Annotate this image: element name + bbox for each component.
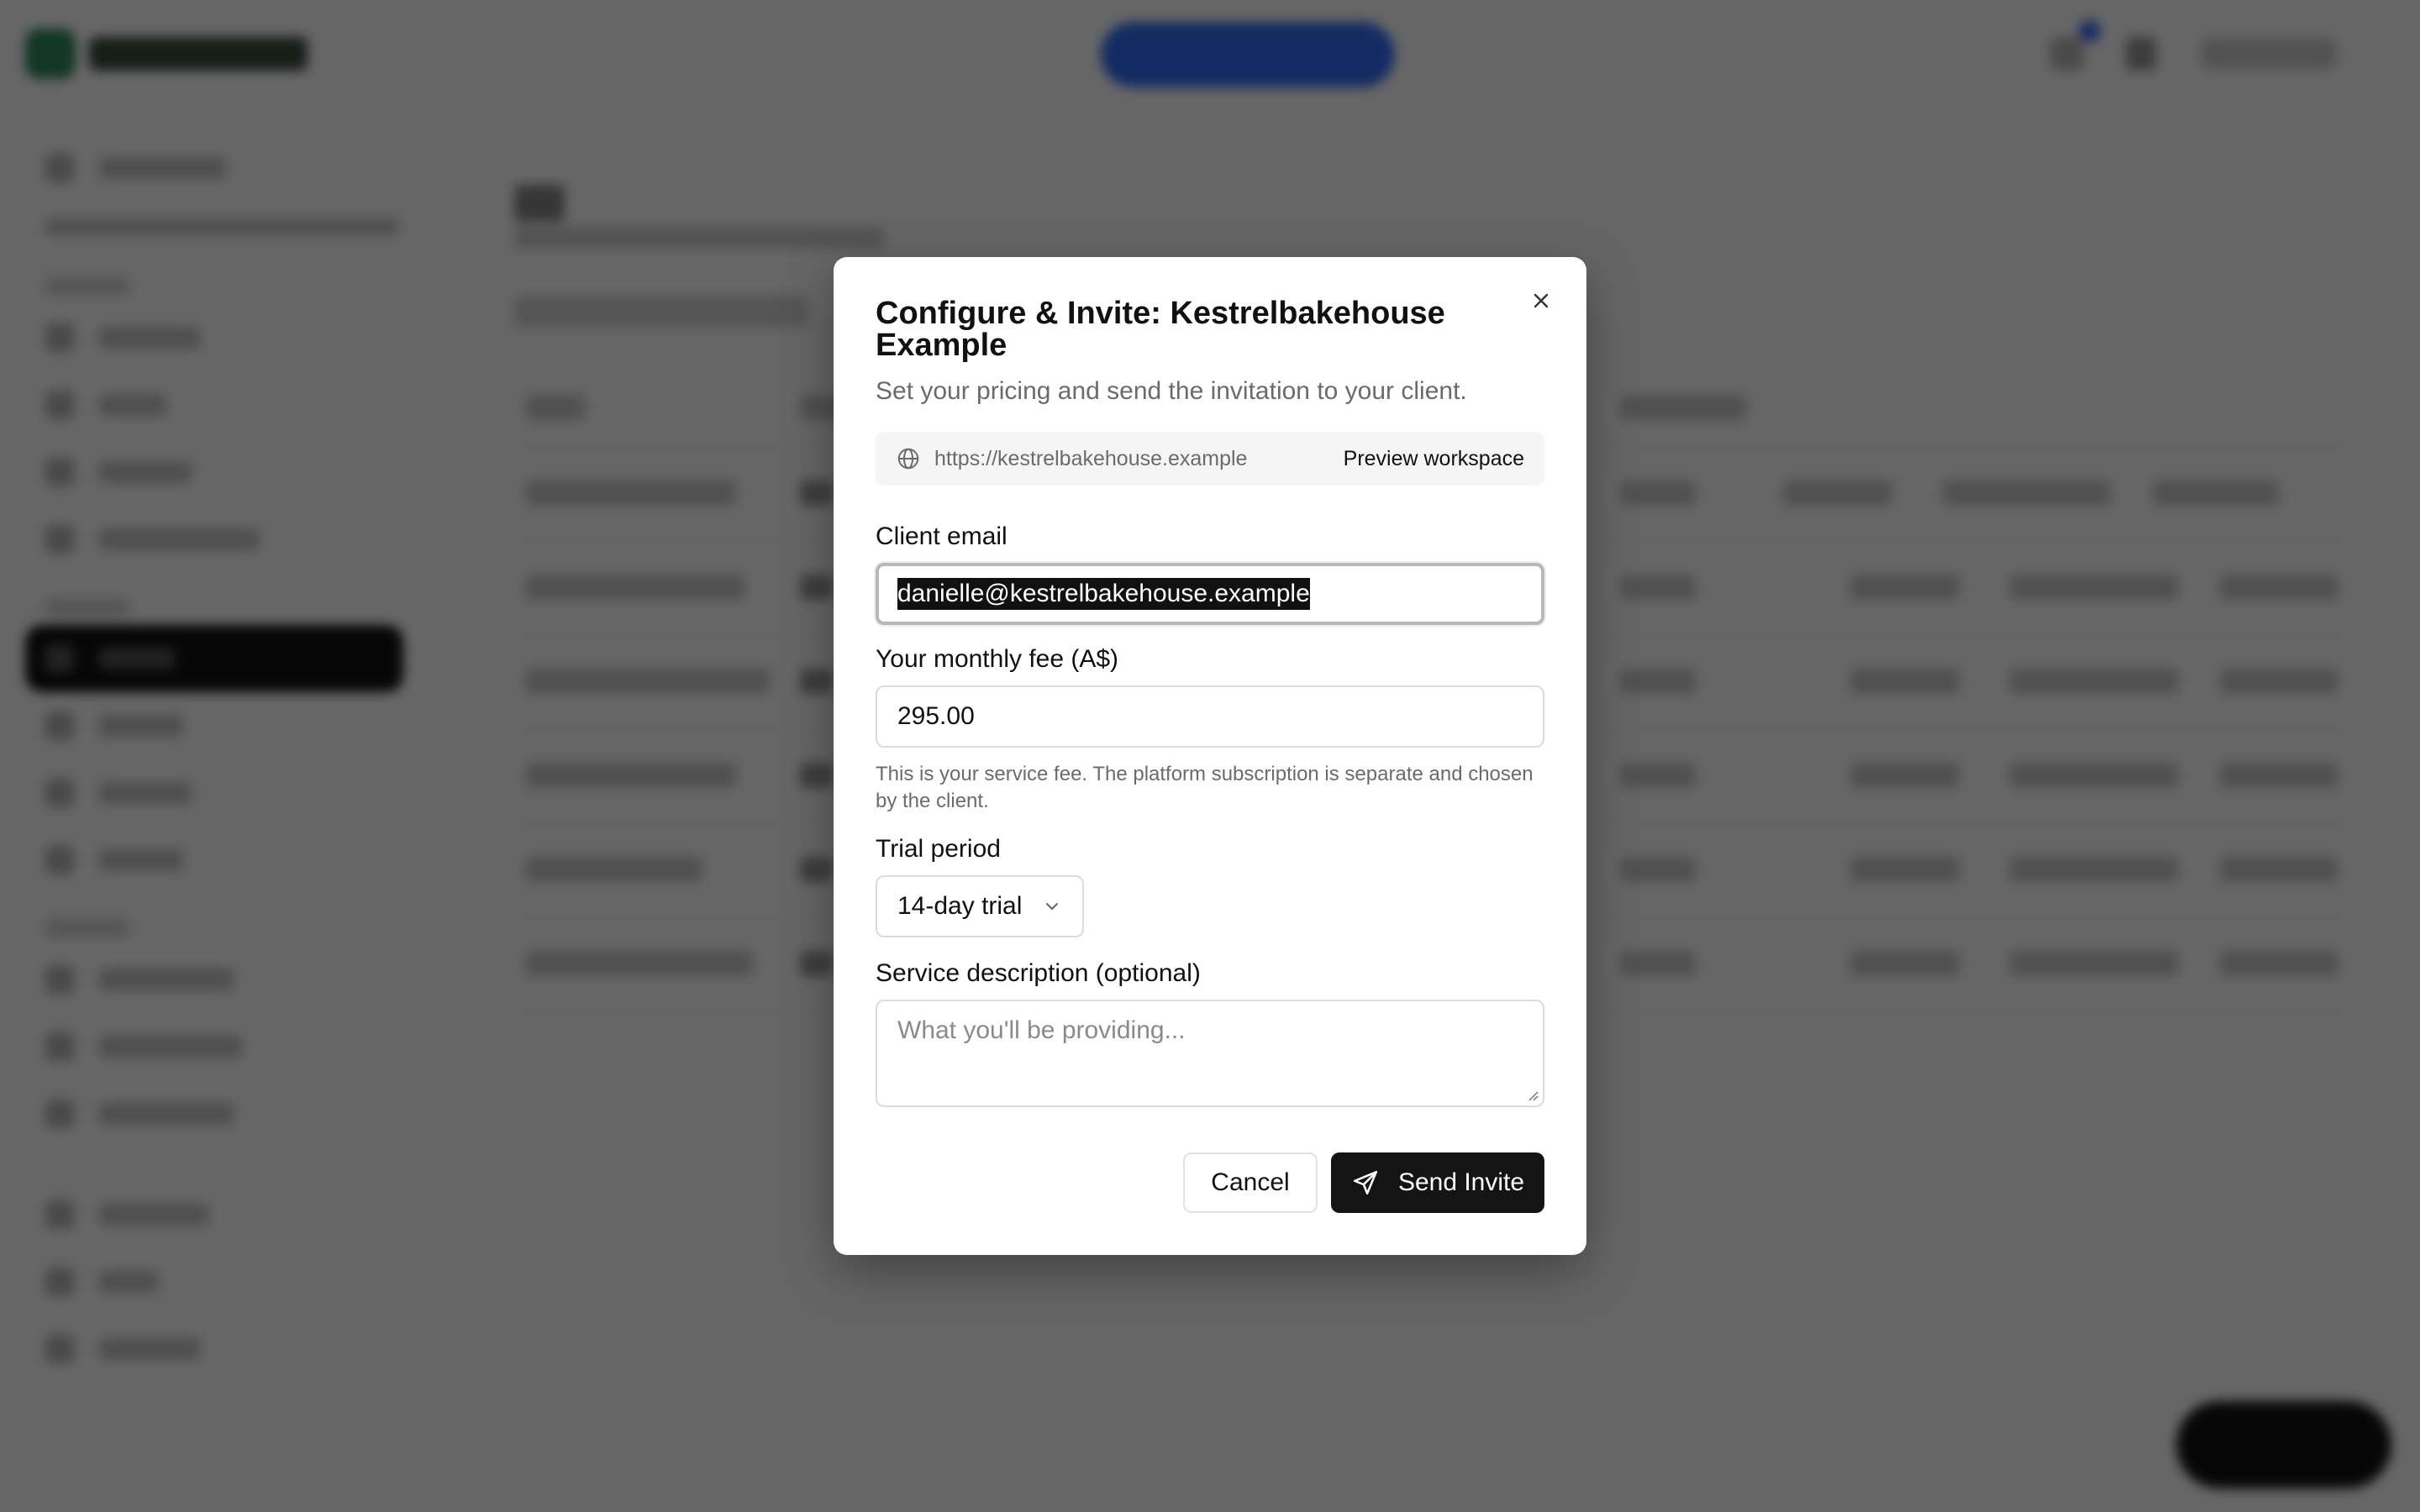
chevron-down-icon — [1042, 896, 1062, 916]
monthly-fee-help: This is your service fee. The platform s… — [876, 763, 1534, 812]
resize-handle-icon[interactable] — [1526, 1089, 1539, 1102]
service-description-textarea[interactable]: What you'll be providing... — [876, 1000, 1544, 1107]
send-icon — [1351, 1168, 1380, 1197]
client-email-value: danielle@kestrelbakehouse.example — [897, 578, 1310, 610]
monthly-fee-field[interactable]: 295.00 — [876, 685, 1544, 748]
service-description-placeholder: What you'll be providing... — [897, 1016, 1186, 1044]
dialog-title: Configure & Invite: Kestrelbakehouse Exa… — [876, 296, 1445, 363]
send-invite-button[interactable]: Send Invite — [1331, 1152, 1544, 1213]
workspace-url: https://kestrelbakehouse.example — [934, 446, 1248, 470]
trial-period-label: Trial period — [876, 835, 1001, 863]
close-icon — [1534, 293, 1549, 308]
monthly-fee-label: Your monthly fee (A$) — [876, 645, 1119, 673]
send-invite-label: Send Invite — [1397, 1168, 1525, 1196]
dialog-actions: Cancel Send Invite — [1183, 1152, 1544, 1213]
globe-icon — [896, 446, 921, 471]
client-email-field[interactable]: danielle@kestrelbakehouse.example — [876, 563, 1544, 625]
monthly-fee-value: 295.00 — [897, 702, 975, 730]
dialog-subtitle: Set your pricing and send the invitation… — [876, 377, 1467, 405]
trial-period-select[interactable]: 14-day trial — [876, 875, 1084, 937]
close-button[interactable] — [1526, 286, 1556, 316]
client-email-label: Client email — [876, 522, 1007, 550]
trial-period-value: 14-day trial — [897, 892, 1023, 920]
preview-workspace-link[interactable]: Preview workspace — [1344, 447, 1524, 471]
workspace-url-row: https://kestrelbakehouse.example Preview… — [876, 432, 1544, 486]
cancel-button[interactable]: Cancel — [1183, 1152, 1318, 1213]
service-description-label: Service description (optional) — [876, 959, 1201, 987]
invite-dialog: Configure & Invite: Kestrelbakehouse Exa… — [834, 257, 1586, 1255]
